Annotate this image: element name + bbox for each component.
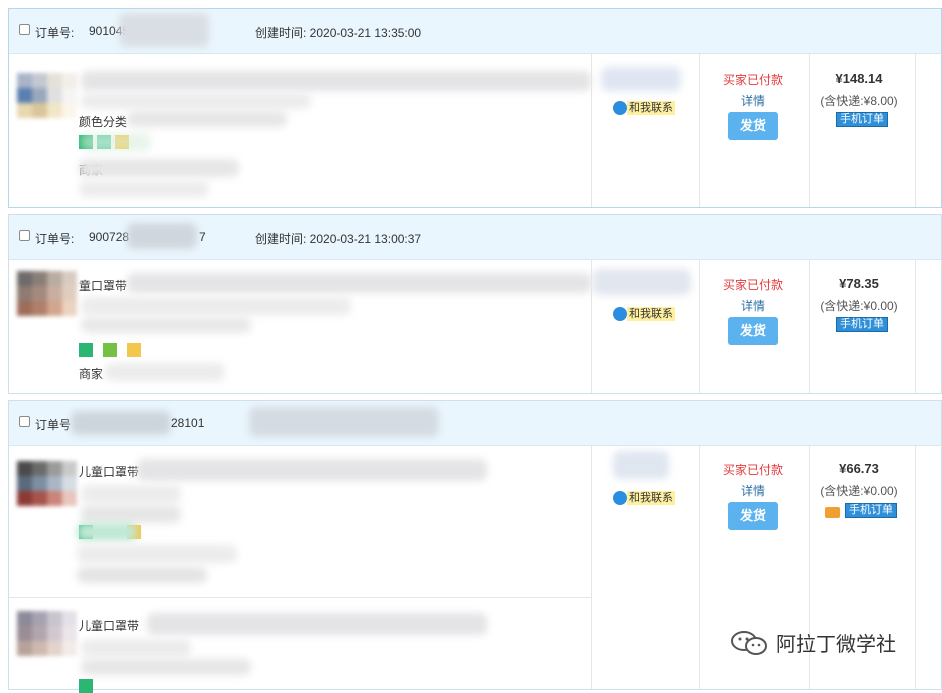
order-price: ¥66.73 [839, 461, 879, 476]
order-price: ¥78.35 [839, 276, 879, 291]
redacted-text [81, 297, 351, 315]
redacted-product-title [127, 273, 591, 293]
redaction [249, 407, 439, 437]
divider [591, 445, 592, 689]
order-card-1: 订单号: 90104556 创建时间: 2020-03-21 13:35:00 … [8, 8, 942, 208]
order-detail-link[interactable]: 详情 [703, 297, 803, 314]
order-number-tail: 7 [199, 230, 206, 244]
product-thumbnail[interactable] [17, 461, 77, 519]
order-number-label: 订单号 [35, 418, 72, 432]
redacted-buyer [593, 269, 691, 295]
wechat-icon [731, 631, 767, 655]
order-status: 买家已付款 [722, 278, 783, 292]
mobile-order-badge: 手机订单 [836, 317, 888, 332]
mobile-order-badge: 手机订单 [845, 503, 897, 518]
order-number: 900728 [89, 230, 130, 244]
redacted-text [81, 317, 251, 333]
redacted-text [105, 363, 225, 381]
redacted-text [81, 639, 191, 657]
divider [699, 259, 700, 393]
redacted-text [81, 133, 151, 151]
created-time: 创建时间: 2020-03-21 13:00:37 [255, 232, 422, 246]
order-detail-link[interactable]: 详情 [703, 482, 803, 499]
product-title: 童口罩带 [79, 279, 128, 293]
order-header: 订单号: 90104556 创建时间: 2020-03-21 13:35:00 [9, 9, 941, 54]
redacted-text [79, 159, 239, 177]
shipping-fee: (含快递:¥0.00) [820, 484, 898, 498]
shipping-fee: (含快递:¥8.00) [820, 94, 898, 108]
divider [915, 445, 916, 689]
ship-button[interactable]: 发货 [728, 502, 778, 530]
redacted-buyer [601, 67, 681, 91]
order-header: 订单号 28101 [9, 401, 941, 446]
redacted-product-title [81, 71, 591, 91]
seven-day-return-icon [79, 679, 93, 693]
redacted-text [77, 567, 207, 583]
wangwang-icon [613, 491, 627, 505]
product-sku: 颜色分类 [79, 115, 128, 129]
redacted-product-title [137, 459, 487, 481]
product-thumbnail[interactable] [17, 271, 77, 329]
shipping-fee: (含快递:¥0.00) [820, 299, 898, 313]
wangwang-icon [613, 101, 627, 115]
order-status: 买家已付款 [722, 463, 783, 477]
redacted-text [77, 523, 137, 541]
redacted-text [81, 505, 181, 523]
order-select-checkbox[interactable] [19, 24, 30, 35]
divider [9, 597, 591, 598]
redacted-text [77, 545, 237, 563]
order-select-checkbox[interactable] [19, 230, 30, 241]
redacted-text [81, 93, 311, 109]
store-label: 商家 [79, 367, 104, 381]
product-title: 儿童口罩带 [79, 619, 140, 633]
order-number-label: 订单号: [35, 232, 75, 246]
order-number-tail: 28101 [171, 416, 205, 430]
credit-card-icon [825, 507, 840, 518]
divider [915, 53, 916, 207]
order-number-label: 订单号: [35, 26, 75, 40]
order-status: 买家已付款 [722, 73, 783, 87]
mobile-order-badge: 手机订单 [836, 112, 888, 127]
badge-icon [127, 343, 141, 357]
guarantee-icon [103, 343, 117, 357]
product-thumbnail[interactable] [17, 611, 77, 669]
redacted-text [81, 659, 251, 675]
redacted-text [81, 485, 181, 503]
redacted-product-title [147, 613, 487, 635]
created-time: 创建时间: 2020-03-21 13:35:00 [255, 26, 422, 40]
divider [699, 53, 700, 207]
watermark-text: 阿拉丁微学社 [776, 634, 896, 656]
order-select-checkbox[interactable] [19, 416, 30, 427]
redacted-text [127, 111, 287, 127]
seven-day-return-icon [79, 343, 93, 357]
product-title: 儿童口罩带 [79, 465, 140, 479]
divider [591, 259, 592, 393]
divider [591, 53, 592, 207]
order-detail-link[interactable]: 详情 [703, 92, 803, 109]
order-price: ¥148.14 [835, 71, 883, 86]
wangwang-icon [613, 307, 627, 321]
redaction [127, 223, 197, 249]
divider [699, 445, 700, 689]
redacted-buyer [613, 451, 669, 479]
order-card-2: 订单号: 900728 7 创建时间: 2020-03-21 13:00:37 … [8, 214, 942, 394]
redaction [71, 411, 171, 435]
product-thumbnail[interactable] [17, 73, 77, 131]
ship-button[interactable]: 发货 [728, 112, 778, 140]
divider [915, 259, 916, 393]
redaction [119, 13, 209, 47]
redacted-text [79, 181, 209, 197]
ship-button[interactable]: 发货 [728, 317, 778, 345]
order-header: 订单号: 900728 7 创建时间: 2020-03-21 13:00:37 [9, 215, 941, 260]
